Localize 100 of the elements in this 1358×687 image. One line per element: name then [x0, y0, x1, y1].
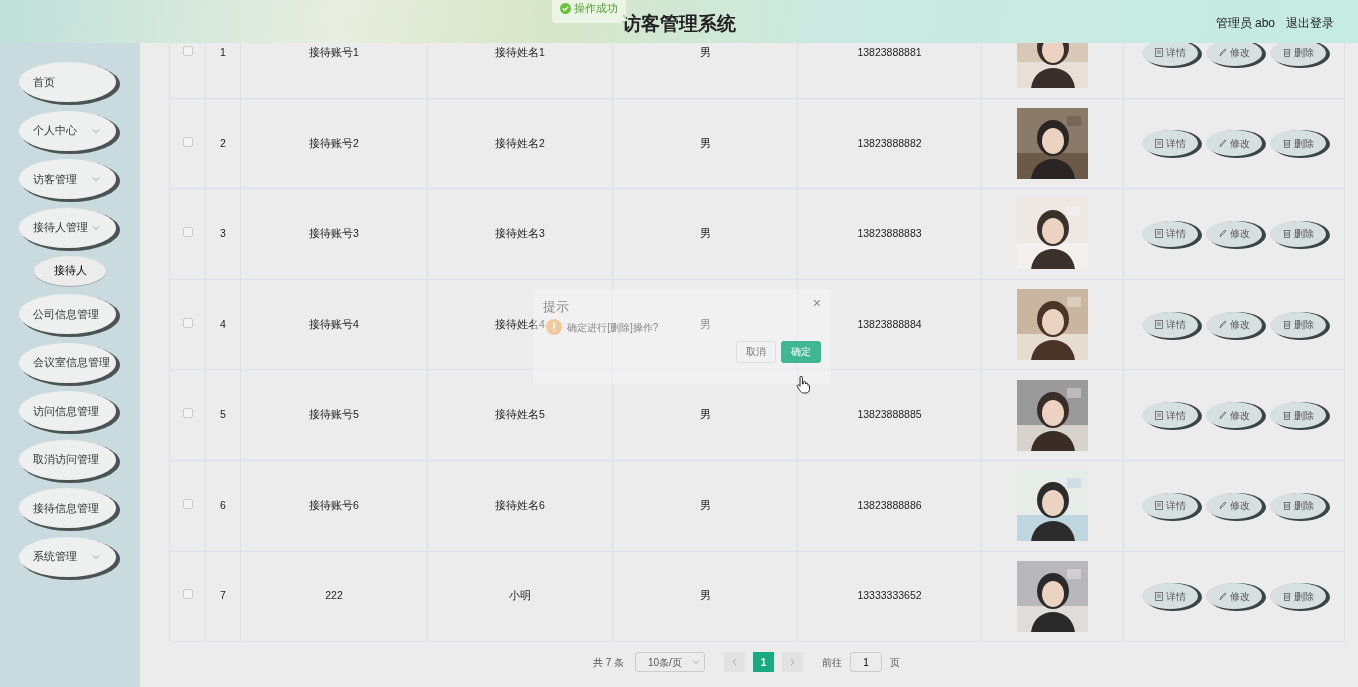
total-count: 共 7 条 — [593, 655, 625, 670]
table-cell: 13823888885 — [857, 408, 922, 421]
cancel-button[interactable]: 取消 — [735, 340, 776, 363]
chevron-down-icon — [691, 659, 700, 666]
table-cell: 男 — [699, 227, 711, 240]
row-number: 4 — [220, 317, 226, 330]
delete-button[interactable]: 删除 — [1270, 130, 1326, 157]
warning-icon — [545, 319, 562, 336]
chevron-down-icon — [92, 224, 100, 231]
edit-button[interactable]: 修改 — [1206, 221, 1262, 247]
chevron-right-icon — [789, 658, 795, 667]
table-cell: 男 — [699, 408, 711, 421]
table-cell: 13823888884 — [857, 317, 922, 330]
edit-button[interactable]: 修改 — [1206, 130, 1262, 157]
trash-icon — [1282, 138, 1291, 148]
sidebar-item[interactable]: 系统管理 — [19, 536, 116, 577]
detail-button[interactable]: 详情 — [1142, 221, 1198, 247]
trash-icon — [1282, 591, 1291, 601]
row-number: 1 — [220, 45, 226, 58]
table-cell: 男 — [699, 45, 711, 58]
table-cell: 13823888882 — [857, 136, 922, 149]
table-cell: 接待姓名1 — [495, 45, 545, 58]
sidebar-item[interactable]: 取消访问管理 — [19, 439, 116, 480]
row-checkbox[interactable] — [182, 589, 193, 600]
table-cell: 接待姓名5 — [495, 408, 545, 421]
delete-button[interactable]: 删除 — [1270, 311, 1326, 338]
row-number: 2 — [220, 136, 226, 149]
sidebar-item[interactable]: 访客管理 — [19, 159, 116, 199]
prev-page-button[interactable] — [723, 652, 745, 673]
table-cell: 接待账号5 — [309, 408, 359, 421]
table-cell: 男 — [699, 136, 711, 149]
edit-button[interactable]: 修改 — [1206, 492, 1262, 519]
table-cell: 接待账号1 — [309, 45, 359, 58]
row-number: 6 — [220, 498, 226, 511]
row-checkbox[interactable] — [182, 408, 193, 419]
table-cell: 13333333652 — [857, 589, 922, 602]
table-cell: 接待账号4 — [309, 317, 359, 330]
table-cell: 接待账号3 — [309, 227, 359, 240]
check-icon — [560, 2, 571, 14]
sidebar-item[interactable]: 个人中心 — [19, 110, 116, 151]
page-suffix: 页 — [889, 655, 900, 670]
sidebar-item[interactable]: 访问信息管理 — [19, 391, 116, 431]
sidebar-item[interactable]: 接待人管理 — [19, 207, 116, 248]
pencil-icon — [1218, 48, 1227, 58]
table-cell: 13823888886 — [857, 498, 922, 511]
page-size-select[interactable]: 10条/页 — [634, 652, 705, 673]
document-icon — [1154, 48, 1163, 58]
document-icon — [1154, 138, 1163, 148]
delete-button[interactable]: 删除 — [1270, 492, 1326, 519]
detail-button[interactable]: 详情 — [1142, 311, 1198, 338]
detail-button[interactable]: 详情 — [1142, 492, 1198, 519]
row-number: 3 — [220, 227, 226, 240]
document-icon — [1154, 591, 1163, 601]
row-checkbox[interactable] — [182, 136, 193, 147]
delete-button[interactable]: 删除 — [1270, 583, 1326, 610]
page-input[interactable]: 1 — [849, 652, 882, 673]
sidebar-subitem[interactable]: 接待人 — [34, 256, 106, 286]
delete-button[interactable]: 删除 — [1270, 221, 1326, 247]
admin-name: 管理员 abo — [1215, 15, 1275, 32]
pencil-icon — [1218, 591, 1227, 601]
app-title: 访客管理系统 — [622, 12, 736, 36]
table-cell: 男 — [699, 589, 711, 602]
sidebar-item[interactable]: 公司信息管理 — [19, 294, 116, 334]
table-cell: 接待姓名6 — [495, 498, 545, 511]
table-cell: 接待账号6 — [309, 498, 359, 511]
row-checkbox[interactable] — [182, 498, 193, 509]
logout-link[interactable]: 退出登录 — [1286, 14, 1334, 32]
detail-button[interactable]: 详情 — [1142, 130, 1198, 157]
sidebar-item[interactable]: 首页 — [19, 62, 116, 102]
sidebar-item[interactable]: 会议室信息管理 — [19, 342, 116, 383]
detail-button[interactable]: 详情 — [1142, 583, 1198, 610]
edit-button[interactable]: 修改 — [1206, 43, 1262, 66]
next-page-button[interactable] — [781, 652, 803, 673]
row-checkbox[interactable] — [182, 227, 193, 238]
edit-button[interactable]: 修改 — [1206, 583, 1262, 610]
pencil-icon — [1218, 501, 1227, 511]
sidebar-item[interactable]: 接待信息管理 — [19, 488, 116, 528]
row-checkbox[interactable] — [182, 45, 193, 56]
table-cell: 接待账号2 — [309, 136, 359, 149]
table-cell: 接待姓名3 — [495, 227, 545, 240]
chevron-down-icon — [92, 176, 100, 182]
table-cell: 男 — [699, 498, 711, 511]
row-checkbox[interactable] — [182, 317, 193, 328]
row-number: 5 — [220, 408, 226, 421]
trash-icon — [1282, 48, 1291, 58]
chevron-down-icon — [92, 127, 100, 134]
table-cell: 接待姓名2 — [495, 136, 545, 149]
detail-button[interactable]: 详情 — [1142, 402, 1198, 429]
delete-button[interactable]: 删除 — [1270, 43, 1326, 66]
edit-button[interactable]: 修改 — [1206, 311, 1262, 338]
edit-button[interactable]: 修改 — [1206, 402, 1262, 429]
pencil-icon — [1218, 410, 1227, 420]
delete-button[interactable]: 删除 — [1270, 402, 1326, 429]
document-icon — [1154, 410, 1163, 420]
dialog-message: 确定进行[删除]操作? — [567, 320, 659, 335]
trash-icon — [1282, 229, 1291, 239]
pencil-icon — [1218, 229, 1227, 239]
close-button[interactable]: × — [812, 296, 821, 310]
table-cell: 接待姓名4 — [495, 317, 545, 330]
detail-button[interactable]: 详情 — [1142, 43, 1198, 66]
